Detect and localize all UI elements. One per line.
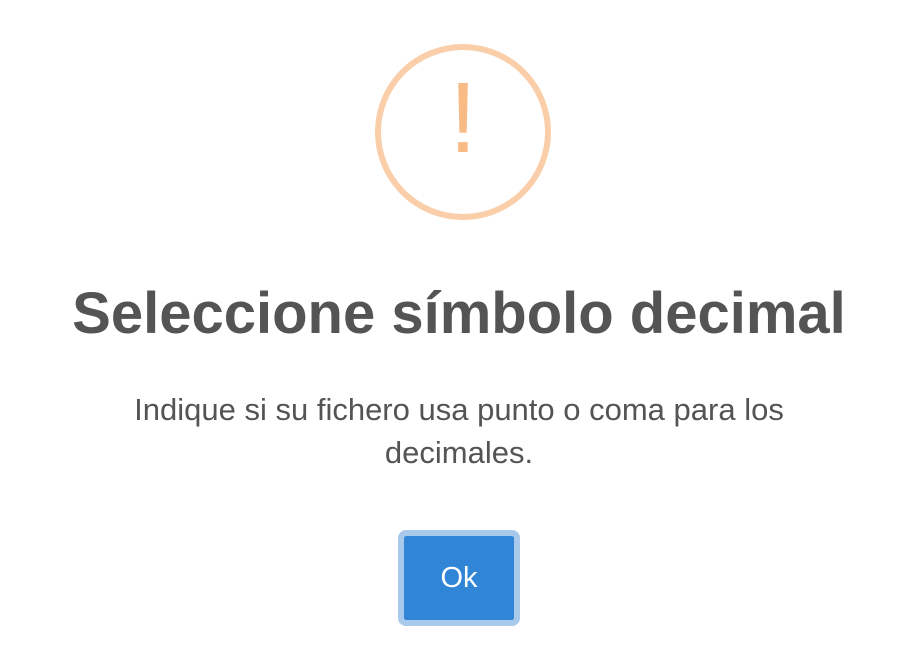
alert-dialog: ! Seleccione símbolo decimal Indique si … (0, 0, 918, 656)
ok-button[interactable]: Ok (398, 530, 520, 626)
exclamation-mark: ! (449, 62, 477, 174)
warning-icon: ! (375, 44, 551, 220)
dialog-title: Seleccione símbolo decimal (72, 281, 846, 346)
dialog-actions: Ok (0, 530, 918, 626)
dialog-message: Indique si su fichero usa punto o coma p… (134, 392, 784, 470)
